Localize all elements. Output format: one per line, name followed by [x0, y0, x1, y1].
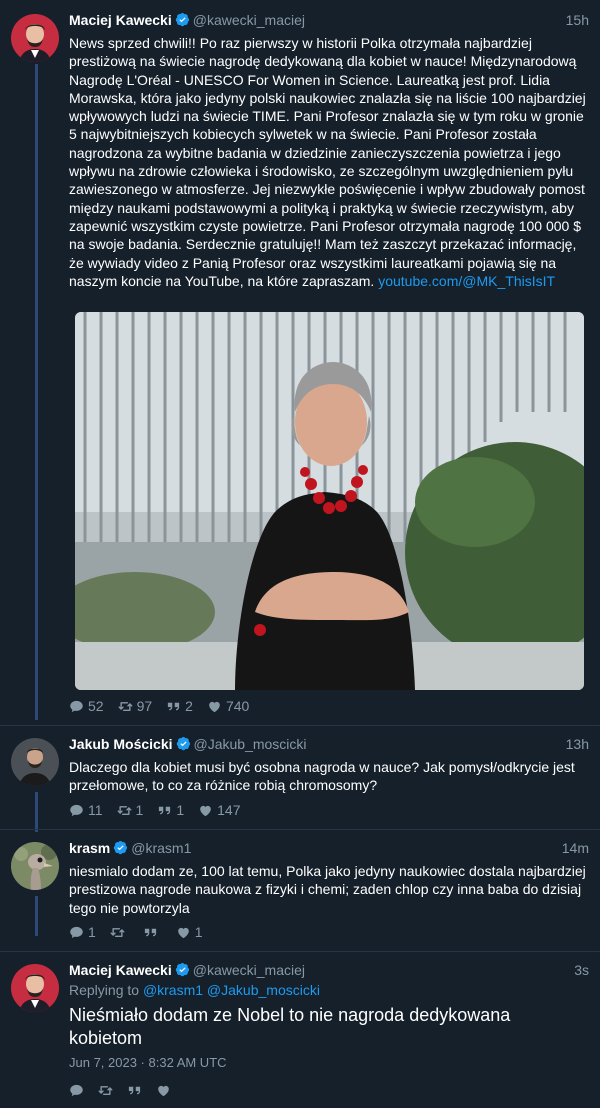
retweet-icon [117, 803, 132, 818]
retweet-count: 1 [135, 802, 144, 818]
quote-icon [157, 803, 172, 818]
author-handle[interactable]: @kawecki_maciej [193, 12, 305, 28]
quote-icon [166, 699, 181, 714]
avatar[interactable] [11, 14, 59, 62]
reply-stat[interactable]: 11 [69, 802, 103, 818]
verified-badge-icon [113, 840, 128, 855]
like-count: 147 [217, 802, 241, 818]
retweet-stat[interactable]: 97 [118, 698, 153, 714]
avatar[interactable] [11, 738, 59, 786]
tweet-text: News sprzed chwili!! Po raz pierwszy w h… [69, 34, 586, 290]
tweet-text: niesmialo dodam ze, 100 lat temu, Polka … [69, 863, 586, 916]
reply-stat[interactable] [69, 1083, 84, 1098]
author-name[interactable]: krasm [69, 840, 110, 856]
tweet-date[interactable]: Jun 7, 2023 · 8:32 AM UTC [69, 1055, 227, 1070]
avatar[interactable] [11, 964, 59, 1012]
tweet-text-content: News sprzed chwili!! Po raz pierwszy w h… [69, 35, 586, 289]
verified-badge-icon [175, 12, 190, 27]
tweet-text: Nieśmiało dodam ze Nobel to nie nagroda … [69, 1005, 511, 1048]
quote-count: 2 [185, 698, 193, 714]
retweet-stat[interactable]: 1 [117, 802, 144, 818]
quote-stat[interactable]: 1 [157, 802, 184, 818]
reply-count: 1 [88, 924, 96, 940]
comment-icon [69, 699, 84, 714]
reply-count: 52 [88, 698, 104, 714]
verified-badge-icon [175, 962, 190, 977]
comment-icon [69, 803, 84, 818]
replying-to-label: Replying to [69, 982, 140, 998]
heart-icon [198, 803, 213, 818]
tweet-stats [69, 1080, 171, 1100]
reply-count: 11 [88, 802, 103, 818]
like-stat[interactable] [156, 1083, 171, 1098]
reply-stat[interactable]: 52 [69, 698, 104, 714]
retweet-count: 97 [136, 698, 153, 714]
tweet-time[interactable]: 14m [562, 838, 589, 858]
like-count: 1 [194, 924, 203, 940]
comment-icon [69, 925, 84, 940]
tweet-photo[interactable] [75, 312, 584, 690]
quote-stat[interactable] [127, 1083, 142, 1098]
reply-stat[interactable]: 1 [69, 924, 96, 940]
quote-stat[interactable] [143, 925, 162, 940]
thread-line [35, 64, 38, 720]
author-name[interactable]: Maciej Kawecki [69, 12, 172, 28]
replying-to-handles[interactable]: @krasm1 @Jakub_moscicki [143, 982, 320, 998]
heart-icon [156, 1083, 171, 1098]
heart-icon [207, 699, 222, 714]
like-stat[interactable]: 147 [198, 802, 241, 818]
tweet-stats: 52 97 2 740 [69, 696, 249, 716]
tweet-time[interactable]: 13h [566, 734, 589, 754]
author-handle[interactable]: @Jakub_moscicki [194, 736, 307, 752]
heart-icon [176, 925, 191, 940]
retweet-icon [118, 699, 133, 714]
thread-line [35, 792, 38, 832]
like-stat[interactable]: 740 [207, 698, 249, 714]
tweet-time[interactable]: 15h [566, 10, 589, 30]
author-name[interactable]: Jakub Mościcki [69, 736, 173, 752]
divider [0, 725, 600, 726]
author-name[interactable]: Maciej Kawecki [69, 962, 172, 978]
tweet-time[interactable]: 3s [574, 960, 589, 980]
avatar[interactable] [11, 842, 59, 890]
verified-badge-icon [176, 736, 191, 751]
tweet-text: Dlaczego dla kobiet musi być osobna nagr… [69, 759, 575, 794]
thread-line [35, 896, 38, 936]
youtube-link[interactable]: youtube.com/@MK_ThisIsIT [378, 273, 555, 289]
like-stat[interactable]: 1 [176, 924, 203, 940]
divider [0, 829, 600, 830]
quote-count: 1 [176, 802, 185, 818]
retweet-icon [110, 925, 125, 940]
author-handle[interactable]: @krasm1 [131, 840, 191, 856]
replying-to: Replying to @krasm1 @Jakub_moscicki [69, 982, 320, 998]
quote-icon [143, 925, 158, 940]
retweet-icon [98, 1083, 113, 1098]
divider [0, 951, 600, 952]
author-handle[interactable]: @kawecki_maciej [193, 962, 305, 978]
quote-icon [127, 1083, 142, 1098]
comment-icon [69, 1083, 84, 1098]
retweet-stat[interactable] [110, 925, 129, 940]
tweet-stats: 1 1 [69, 922, 203, 942]
photo-image [75, 312, 584, 690]
like-count: 740 [225, 698, 250, 714]
tweet-stats: 11 1 1 147 [69, 800, 241, 820]
retweet-stat[interactable] [98, 1083, 113, 1098]
quote-stat[interactable]: 2 [166, 698, 193, 714]
